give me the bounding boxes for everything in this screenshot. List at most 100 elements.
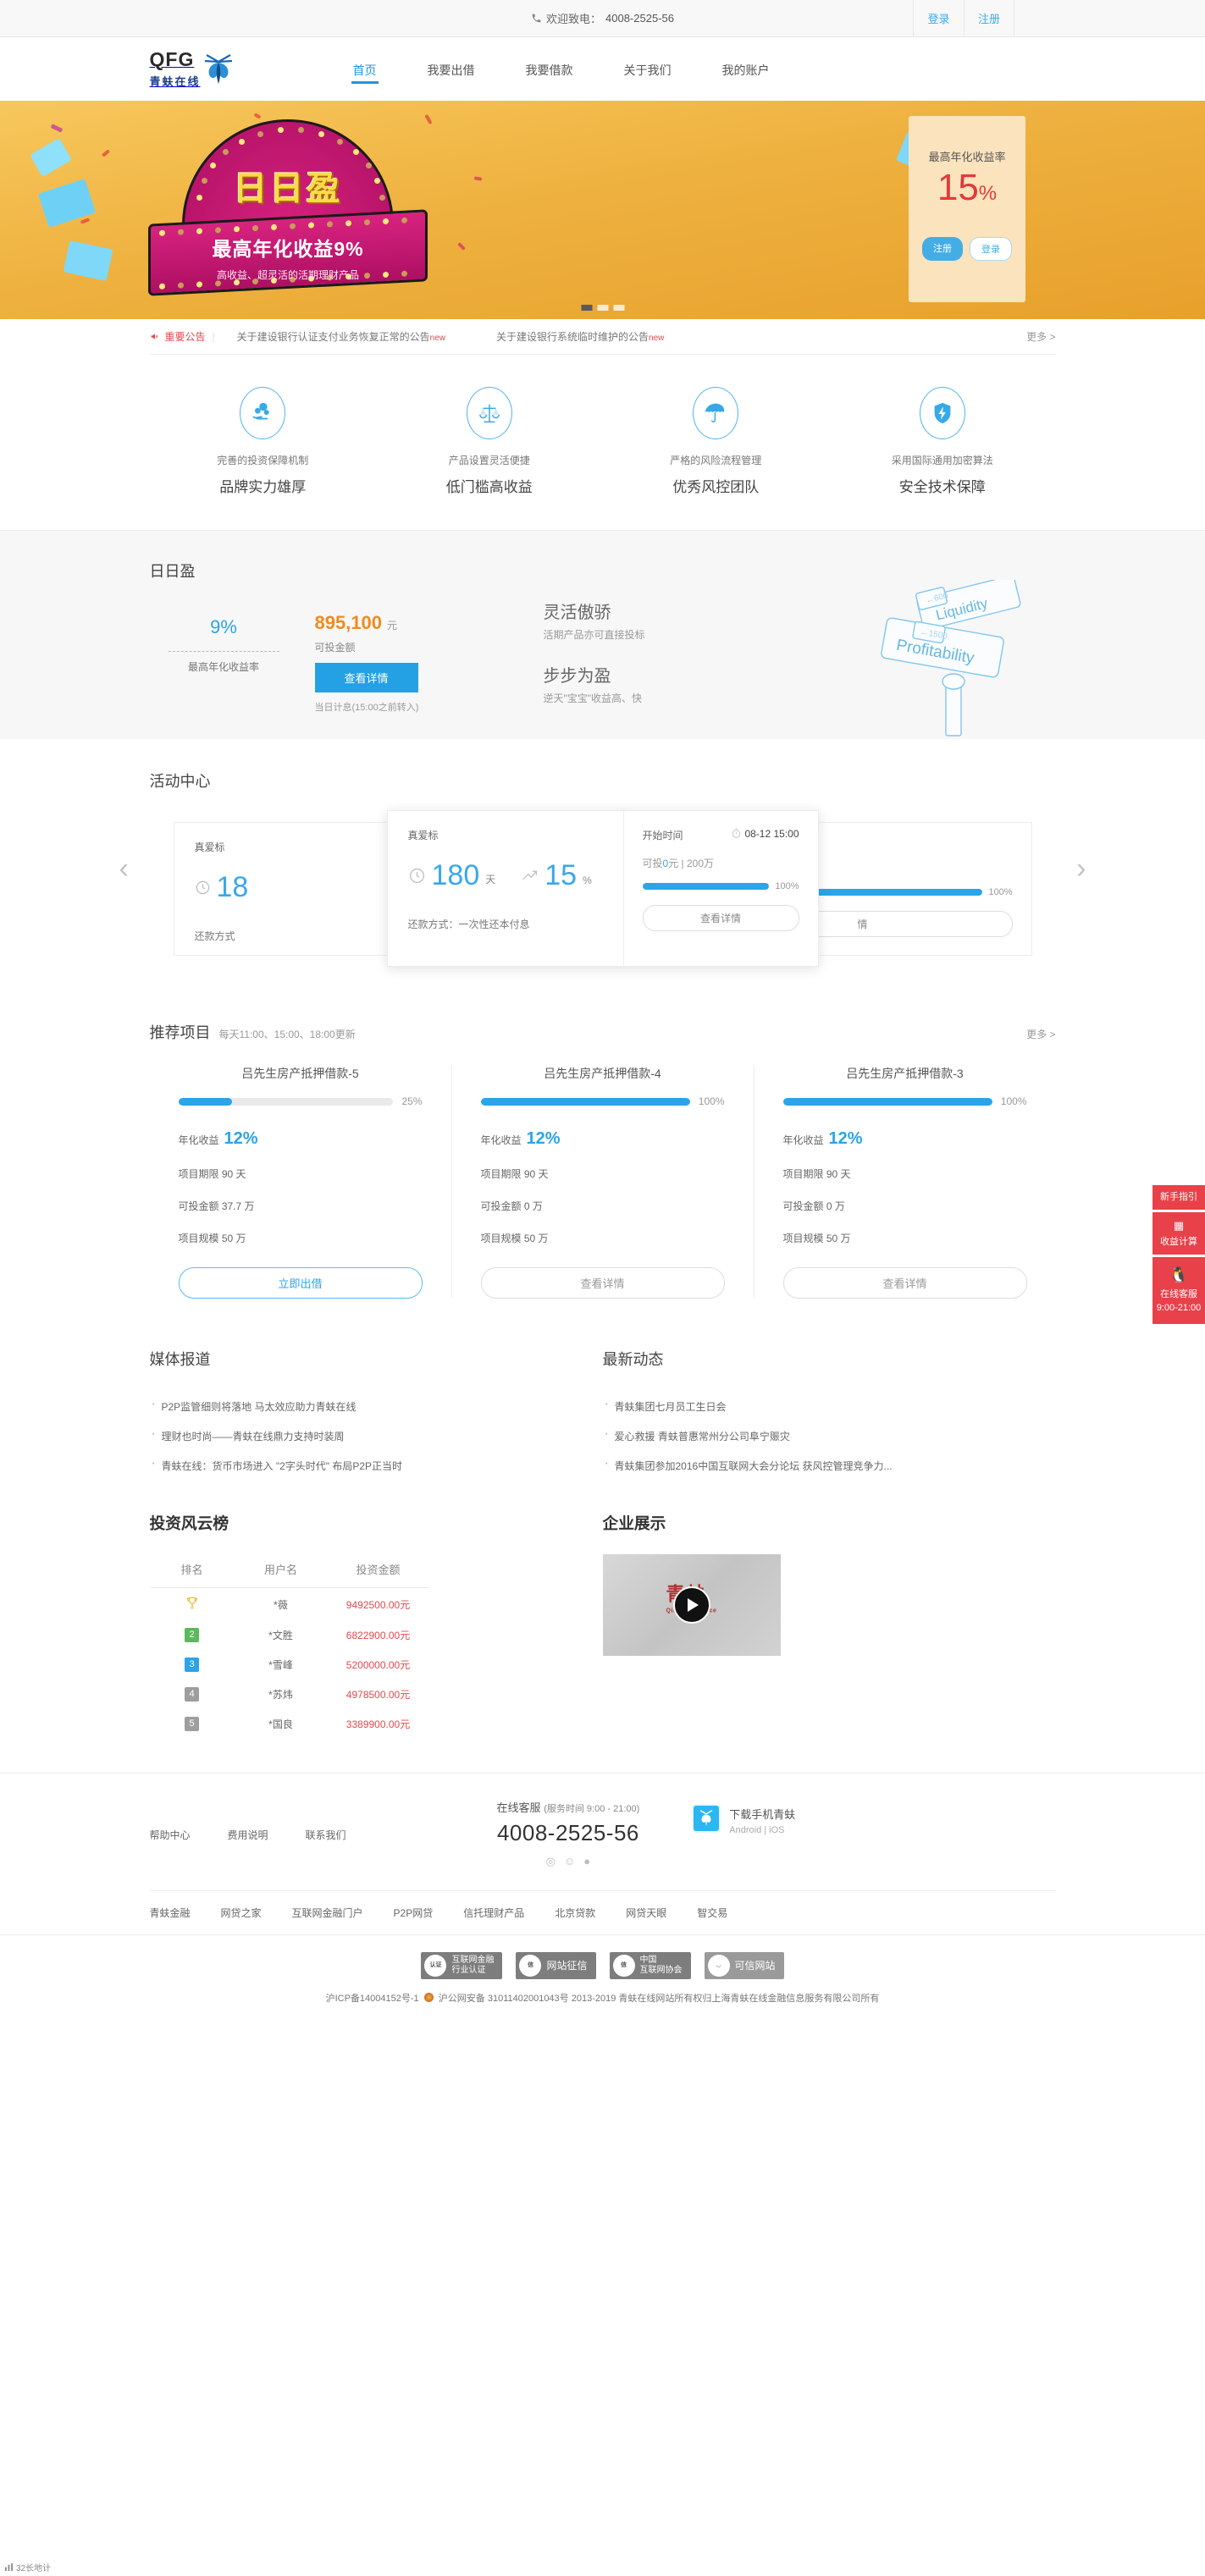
cert-seal-icon: 信 — [612, 1955, 635, 1977]
project-2-rate-label: 年化收益 — [480, 1134, 522, 1146]
nav-item-account[interactable]: 我的账户 — [721, 40, 771, 99]
project-card-2[interactable]: 吕先生房产抵押借款-4 100% 年化收益 12% 项目期限 90 天 可投金额 … — [452, 1065, 755, 1299]
project-card-3[interactable]: 吕先生房产抵押借款-3 100% 年化收益 12% 项目期限 90 天 可投金额 … — [755, 1065, 1056, 1299]
rank-column: 投资风云榜 排名 用户名 投资金额 *薇 9492500.00元 2 *文胜 6… — [149, 1511, 603, 1739]
project-card-1[interactable]: 吕先生房产抵押借款-5 25% 年化收益 12% 项目期限 90 天 可投金额 3… — [150, 1065, 452, 1299]
media-item-2[interactable]: 理财也时尚——青蚨在线鼎力支持时装周 — [162, 1431, 345, 1442]
list-item[interactable]: P2P监管细则将落地 马太效应助力青蚨在线 — [150, 1392, 603, 1421]
slide-center-right-panel: 开始时间 08-12 15:00 可投0元 | 200万 100% 查看详情 — [622, 811, 818, 966]
news-item-3[interactable]: 青蚨集团参加2016中国互联网大会分论坛 获风控管理竞争力... — [615, 1460, 893, 1472]
logo[interactable]: QFG 青蚨在线 — [150, 49, 233, 89]
recommended-more-link[interactable]: 更多 > — [1026, 1027, 1055, 1041]
play-icon[interactable] — [672, 1586, 710, 1624]
project-2-action-button[interactable]: 查看详情 — [480, 1267, 725, 1299]
showcase-column: 企业展示 青蚨QingFu Finance — [602, 1511, 1056, 1739]
login-link[interactable]: 登录 — [913, 0, 964, 36]
floating-sidebar: 新手指引 ▦ 收益计算 🐧 在线客服 9:00-21:00 — [1152, 1185, 1205, 1327]
partner-link-8[interactable]: 智交易 — [697, 1906, 727, 1920]
qq-penguin-icon: 🐧 — [1169, 1266, 1189, 1283]
announcement-item-2[interactable]: 关于建设银行系统临时维护的公告new — [496, 329, 664, 344]
rank-user-2: *文胜 — [268, 1630, 293, 1641]
float-widget-calculator[interactable]: ▦ 收益计算 — [1152, 1212, 1205, 1255]
rriy-detail-button[interactable]: 查看详情 — [314, 663, 418, 692]
footer-copyright-text: 2013-2019 青蚨在线网站所有权归上海青蚨在线金融信息服务有限公司所有 — [571, 1994, 880, 2004]
slide-center-detail-button[interactable]: 查看详情 — [642, 905, 799, 931]
banner-dot-1[interactable] — [581, 305, 592, 311]
cert-badge-2[interactable]: 信 网站征信 — [516, 1952, 596, 1979]
media-list: P2P监管细则将落地 马太效应助力青蚨在线 理财也时尚——青蚨在线鼎力支持时装周… — [150, 1392, 603, 1481]
rriy-highlight-1-desc: 活期产品亦可直接投标 — [543, 629, 645, 641]
banner-pagination[interactable] — [581, 305, 624, 311]
float-widget-guide[interactable]: 新手指引 — [1152, 1185, 1205, 1211]
top-phone-number: 4008-2525-56 — [605, 12, 674, 25]
project-3-action-button[interactable]: 查看详情 — [782, 1267, 1027, 1299]
qq-icon[interactable]: ● — [583, 1855, 590, 1868]
status-bar-label: 32长地计 — [16, 2564, 52, 2573]
rriy-amount: 895,100 — [314, 612, 383, 633]
float-calculator-label: 收益计算 — [1160, 1236, 1197, 1247]
banner-band-headline: 最高年化收益9% — [212, 238, 364, 260]
project-3-term: 项目期限 90 天 — [782, 1168, 851, 1180]
nav-item-borrow[interactable]: 我要借款 — [524, 40, 575, 99]
banner-dot-3[interactable] — [613, 305, 624, 311]
list-item[interactable]: 青蚨在线：货币市场进入 "2字头时代" 布局P2P正当时 — [150, 1451, 603, 1481]
partner-link-7[interactable]: 网贷天眼 — [626, 1906, 666, 1920]
partner-link-2[interactable]: 网贷之家 — [221, 1906, 262, 1920]
register-link[interactable]: 注册 — [964, 0, 1014, 36]
nav-item-home[interactable]: 首页 — [351, 40, 379, 99]
banner-arch-title: 日日盈 — [233, 170, 343, 207]
wechat-icon[interactable]: ☺ — [564, 1855, 575, 1868]
carousel-slide-center[interactable]: 真爱标 180 天 15 % 还款方式：一次性还本付息 开始时间 08-12 1… — [386, 810, 819, 967]
news-item-1[interactable]: 青蚨集团七月员工生日会 — [615, 1401, 727, 1413]
slide-left-term: 18 — [216, 871, 249, 903]
footer-link-fees[interactable]: 费用说明 — [228, 1828, 268, 1842]
banner-dot-2[interactable] — [597, 305, 608, 311]
media-item-3[interactable]: 青蚨在线：货币市场进入 "2字头时代" 布局P2P正当时 — [162, 1460, 403, 1472]
rank-col-amount: 投资金额 — [327, 1554, 429, 1588]
nav-item-about[interactable]: 关于我们 — [622, 40, 673, 99]
carousel-next-arrow[interactable]: › — [1076, 854, 1086, 883]
project-1-action-button[interactable]: 立即出借 — [178, 1267, 423, 1299]
partner-link-6[interactable]: 北京贷款 — [555, 1906, 595, 1920]
list-item[interactable]: 理财也时尚——青蚨在线鼎力支持时装周 — [150, 1421, 603, 1451]
feature-sub-risk: 严格的风险流程管理 — [670, 455, 762, 466]
partner-link-4[interactable]: P2P网贷 — [394, 1906, 434, 1920]
footer-link-help[interactable]: 帮助中心 — [150, 1828, 191, 1842]
announcement-more-link[interactable]: 更多 > — [1026, 329, 1055, 344]
carousel-prev-arrow[interactable]: ‹ — [119, 854, 129, 883]
announcement-item-1[interactable]: 关于建设银行认证支付业务恢复正常的公告new — [237, 329, 445, 344]
project-3-progress-label: 100% — [1000, 1095, 1027, 1107]
cert-badge-4[interactable]: ◡ 可信网站 — [704, 1952, 784, 1979]
list-item[interactable]: 青蚨集团七月员工生日会 — [603, 1392, 1056, 1421]
showcase-video[interactable]: 青蚨QingFu Finance — [602, 1554, 781, 1656]
rank-user-4: *苏炜 — [268, 1689, 293, 1701]
project-2-scale: 项目规模 50 万 — [480, 1233, 549, 1244]
banner-register-button[interactable]: 注册 — [922, 237, 963, 261]
feature-main-brand: 品牌实力雄厚 — [219, 479, 307, 495]
activity-carousel[interactable]: ‹ › 真爱标 18 还款方式 -13 10:30 — [119, 810, 1086, 967]
rank-table: 排名 用户名 投资金额 *薇 9492500.00元 2 *文胜 6822900… — [149, 1554, 429, 1739]
project-1-title: 吕先生房产抵押借款-5 — [241, 1067, 359, 1080]
rank-amount-2: 6822900.00元 — [345, 1630, 411, 1641]
cert-badge-1[interactable]: 认证 互联网金融 行业认证 — [421, 1952, 503, 1979]
banner-login-button[interactable]: 登录 — [970, 237, 1012, 261]
list-item[interactable]: 爱心救援 青蚨普惠常州分公司阜宁赈灾 — [603, 1421, 1056, 1451]
hero-banner[interactable]: 日日盈 最高年化收益9% 高收益、超灵活的活期理财产品 最高年化收益率 15% … — [0, 101, 1205, 319]
announcement-bar: 重要公告 | 关于建设银行认证支付业务恢复正常的公告new 关于建设银行系统临时… — [149, 319, 1056, 355]
rank-col-user: 用户名 — [234, 1554, 328, 1588]
float-widget-service[interactable]: 🐧 在线客服 9:00-21:00 — [1152, 1256, 1205, 1324]
cert-badge-3[interactable]: 信 中国 互联网协会 — [609, 1952, 691, 1979]
partner-link-5[interactable]: 信托理财产品 — [463, 1906, 524, 1920]
footer-app-download[interactable]: 下载手机青蚨 Android | iOS — [692, 1799, 795, 1835]
media-item-1[interactable]: P2P监管细则将落地 马太效应助力青蚨在线 — [162, 1401, 357, 1413]
news-item-2[interactable]: 爱心救援 青蚨普惠常州分公司阜宁赈灾 — [615, 1431, 790, 1442]
list-item[interactable]: 青蚨集团参加2016中国互联网大会分论坛 获风控管理竞争力... — [603, 1451, 1056, 1481]
nav-item-lend[interactable]: 我要出借 — [426, 40, 477, 99]
project-3-rate: 12% — [828, 1129, 863, 1148]
footer-copyright: 沪ICP备14004152号-1 沪公网安备 31011402001043号 2… — [0, 1979, 1205, 2023]
rank-badge-3: 3 — [185, 1658, 199, 1672]
partner-link-1[interactable]: 青蚨金融 — [150, 1906, 191, 1920]
footer-link-contact[interactable]: 联系我们 — [306, 1828, 346, 1842]
partner-link-3[interactable]: 互联网金融门户 — [292, 1906, 363, 1920]
weibo-icon[interactable]: ◎ — [546, 1855, 556, 1868]
